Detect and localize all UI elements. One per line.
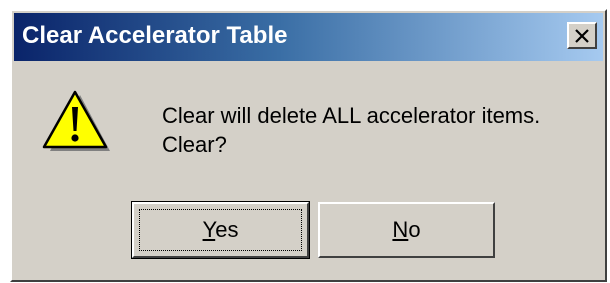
dialog-title: Clear Accelerator Table xyxy=(22,22,288,49)
yes-button[interactable]: Yes xyxy=(131,201,310,259)
no-button[interactable]: No xyxy=(318,202,495,258)
message-line-2: Clear? xyxy=(162,132,227,157)
clear-accelerator-dialog: Clear Accelerator Table Clear will delet… xyxy=(10,9,607,282)
no-button-label: No xyxy=(392,217,420,243)
no-mnemonic: N xyxy=(392,217,409,242)
dialog-message: Clear will delete ALL accelerator items.… xyxy=(162,101,540,159)
dialog-titlebar[interactable]: Clear Accelerator Table xyxy=(14,13,603,61)
close-icon xyxy=(574,28,590,43)
message-line-1: Clear will delete ALL accelerator items. xyxy=(162,103,541,128)
focus-ring xyxy=(139,209,302,251)
warning-icon xyxy=(42,89,112,155)
close-button[interactable] xyxy=(567,22,597,49)
no-label-rest: o xyxy=(408,217,421,242)
